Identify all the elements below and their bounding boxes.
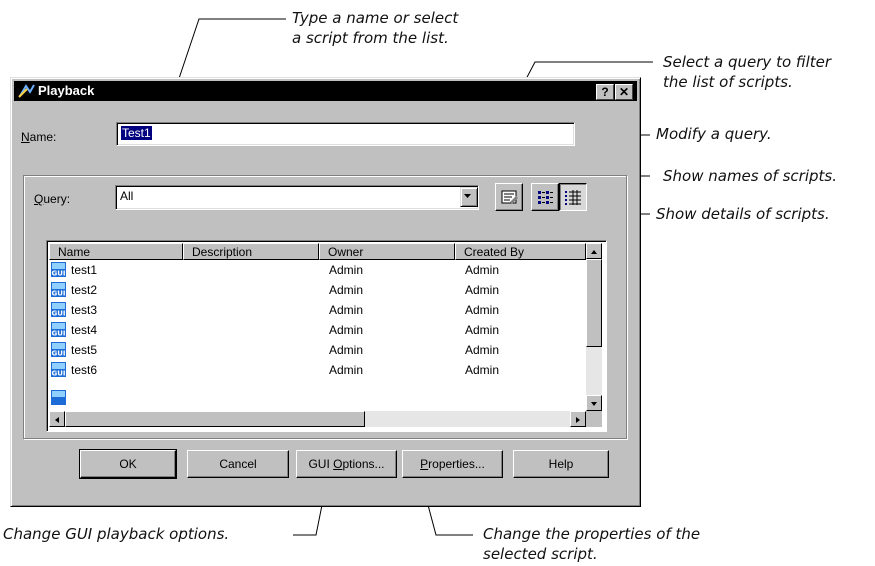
row-owner: Admin — [329, 323, 364, 337]
callout-gui-options: Change GUI playback options. — [3, 525, 230, 543]
list-item[interactable]: GUI test5 Admin Admin — [49, 341, 586, 359]
row-name: test5 — [71, 343, 98, 357]
row-created-by: Admin — [465, 363, 500, 377]
scroll-down-button[interactable] — [586, 395, 602, 411]
svg-text:GUI: GUI — [51, 370, 65, 378]
gui-options-button[interactable]: GUI Options... — [296, 450, 397, 478]
svg-text:GUI: GUI — [51, 350, 65, 358]
arrow-down-icon — [591, 402, 597, 406]
row-owner: Admin — [329, 283, 364, 297]
row-created-by: Admin — [465, 263, 500, 277]
title-bar: Playback ? ✕ — [14, 81, 637, 101]
row-owner: Admin — [329, 263, 364, 277]
list-item[interactable]: GUI test4 Admin Admin — [49, 321, 586, 339]
show-names-button[interactable] — [531, 183, 559, 211]
gui-script-icon: GUI — [51, 342, 66, 357]
row-owner: Admin — [329, 303, 364, 317]
playback-dialog: Playback ? ✕ Name: Test1 Query: All Name… — [10, 77, 641, 507]
scrollbar-corner — [586, 411, 602, 427]
column-header-created-by[interactable]: Created By — [455, 243, 586, 260]
gui-script-icon: GUI — [51, 322, 66, 337]
gui-script-icon: GUI — [51, 302, 66, 317]
vertical-scroll-thumb[interactable] — [586, 259, 602, 347]
callout-show-names: Show names of scripts. — [663, 167, 837, 185]
callout-select-query: Select a query to filter the list of scr… — [663, 53, 832, 91]
scroll-left-button[interactable] — [49, 411, 65, 427]
list-item[interactable]: GUI test1 Admin Admin — [49, 261, 586, 279]
chevron-down-icon — [464, 194, 471, 198]
query-label: Query: — [34, 192, 71, 206]
row-name: test2 — [71, 283, 98, 297]
name-value: Test1 — [121, 126, 152, 140]
column-header-description[interactable]: Description — [183, 243, 319, 260]
arrow-left-icon — [55, 417, 59, 423]
arrow-right-icon — [576, 417, 580, 423]
callout-show-details: Show details of scripts. — [656, 205, 830, 223]
row-created-by: Admin — [465, 303, 500, 317]
show-details-button[interactable] — [559, 183, 587, 211]
row-name: test4 — [71, 323, 98, 337]
column-header-name[interactable]: Name — [49, 243, 183, 260]
scroll-up-button[interactable] — [586, 243, 602, 259]
svg-text:GUI: GUI — [51, 290, 65, 298]
gui-script-icon: GUI — [51, 362, 66, 377]
cancel-button[interactable]: Cancel — [187, 450, 289, 478]
details-view-icon — [565, 190, 581, 205]
help-title-button[interactable]: ? — [596, 84, 614, 100]
row-created-by: Admin — [465, 283, 500, 297]
help-button[interactable]: Help — [513, 450, 609, 478]
modify-query-button[interactable] — [495, 183, 523, 211]
scroll-right-button[interactable] — [570, 411, 586, 427]
playback-app-icon — [18, 84, 35, 98]
column-header-owner[interactable]: Owner — [319, 243, 455, 260]
gui-script-icon: GUI — [51, 262, 66, 277]
scripts-list[interactable]: Name Description Owner Created By GUI te… — [46, 240, 607, 432]
row-name: test1 — [71, 263, 98, 277]
row-name: test6 — [71, 363, 98, 377]
gui-script-icon: GUI — [51, 282, 66, 297]
name-input[interactable]: Test1 — [116, 122, 575, 146]
arrow-up-icon — [591, 250, 597, 254]
svg-text:GUI: GUI — [51, 330, 65, 338]
callout-type-name: Type a name or select a script from the … — [292, 9, 459, 47]
query-dropdown-button[interactable] — [460, 187, 478, 207]
window-title: Playback — [38, 83, 95, 98]
callout-properties: Change the properties of the selected sc… — [483, 525, 701, 563]
row-owner: Admin — [329, 343, 364, 357]
list-item-partial[interactable] — [49, 381, 586, 411]
list-item[interactable]: GUI test2 Admin Admin — [49, 281, 586, 299]
horizontal-scroll-thumb[interactable] — [65, 411, 365, 427]
list-item[interactable]: GUI test3 Admin Admin — [49, 301, 586, 319]
edit-query-icon — [501, 190, 518, 204]
list-view-icon — [538, 191, 553, 204]
close-title-button[interactable]: ✕ — [615, 84, 633, 100]
row-name: test3 — [71, 303, 98, 317]
ok-button[interactable]: OK — [79, 449, 177, 479]
svg-text:GUI: GUI — [51, 270, 65, 278]
row-created-by: Admin — [465, 343, 500, 357]
list-item[interactable]: GUI test6 Admin Admin — [49, 361, 586, 379]
horizontal-scrollbar[interactable] — [49, 411, 586, 427]
query-select[interactable]: All — [115, 185, 479, 210]
callout-modify-query: Modify a query. — [656, 125, 772, 143]
vertical-scrollbar[interactable] — [586, 243, 602, 411]
row-created-by: Admin — [465, 323, 500, 337]
svg-text:GUI: GUI — [51, 310, 65, 318]
gui-script-icon — [51, 390, 66, 405]
row-owner: Admin — [329, 363, 364, 377]
query-value: All — [120, 189, 134, 203]
properties-button[interactable]: Properties... — [402, 450, 503, 478]
name-label: Name: — [21, 130, 57, 144]
